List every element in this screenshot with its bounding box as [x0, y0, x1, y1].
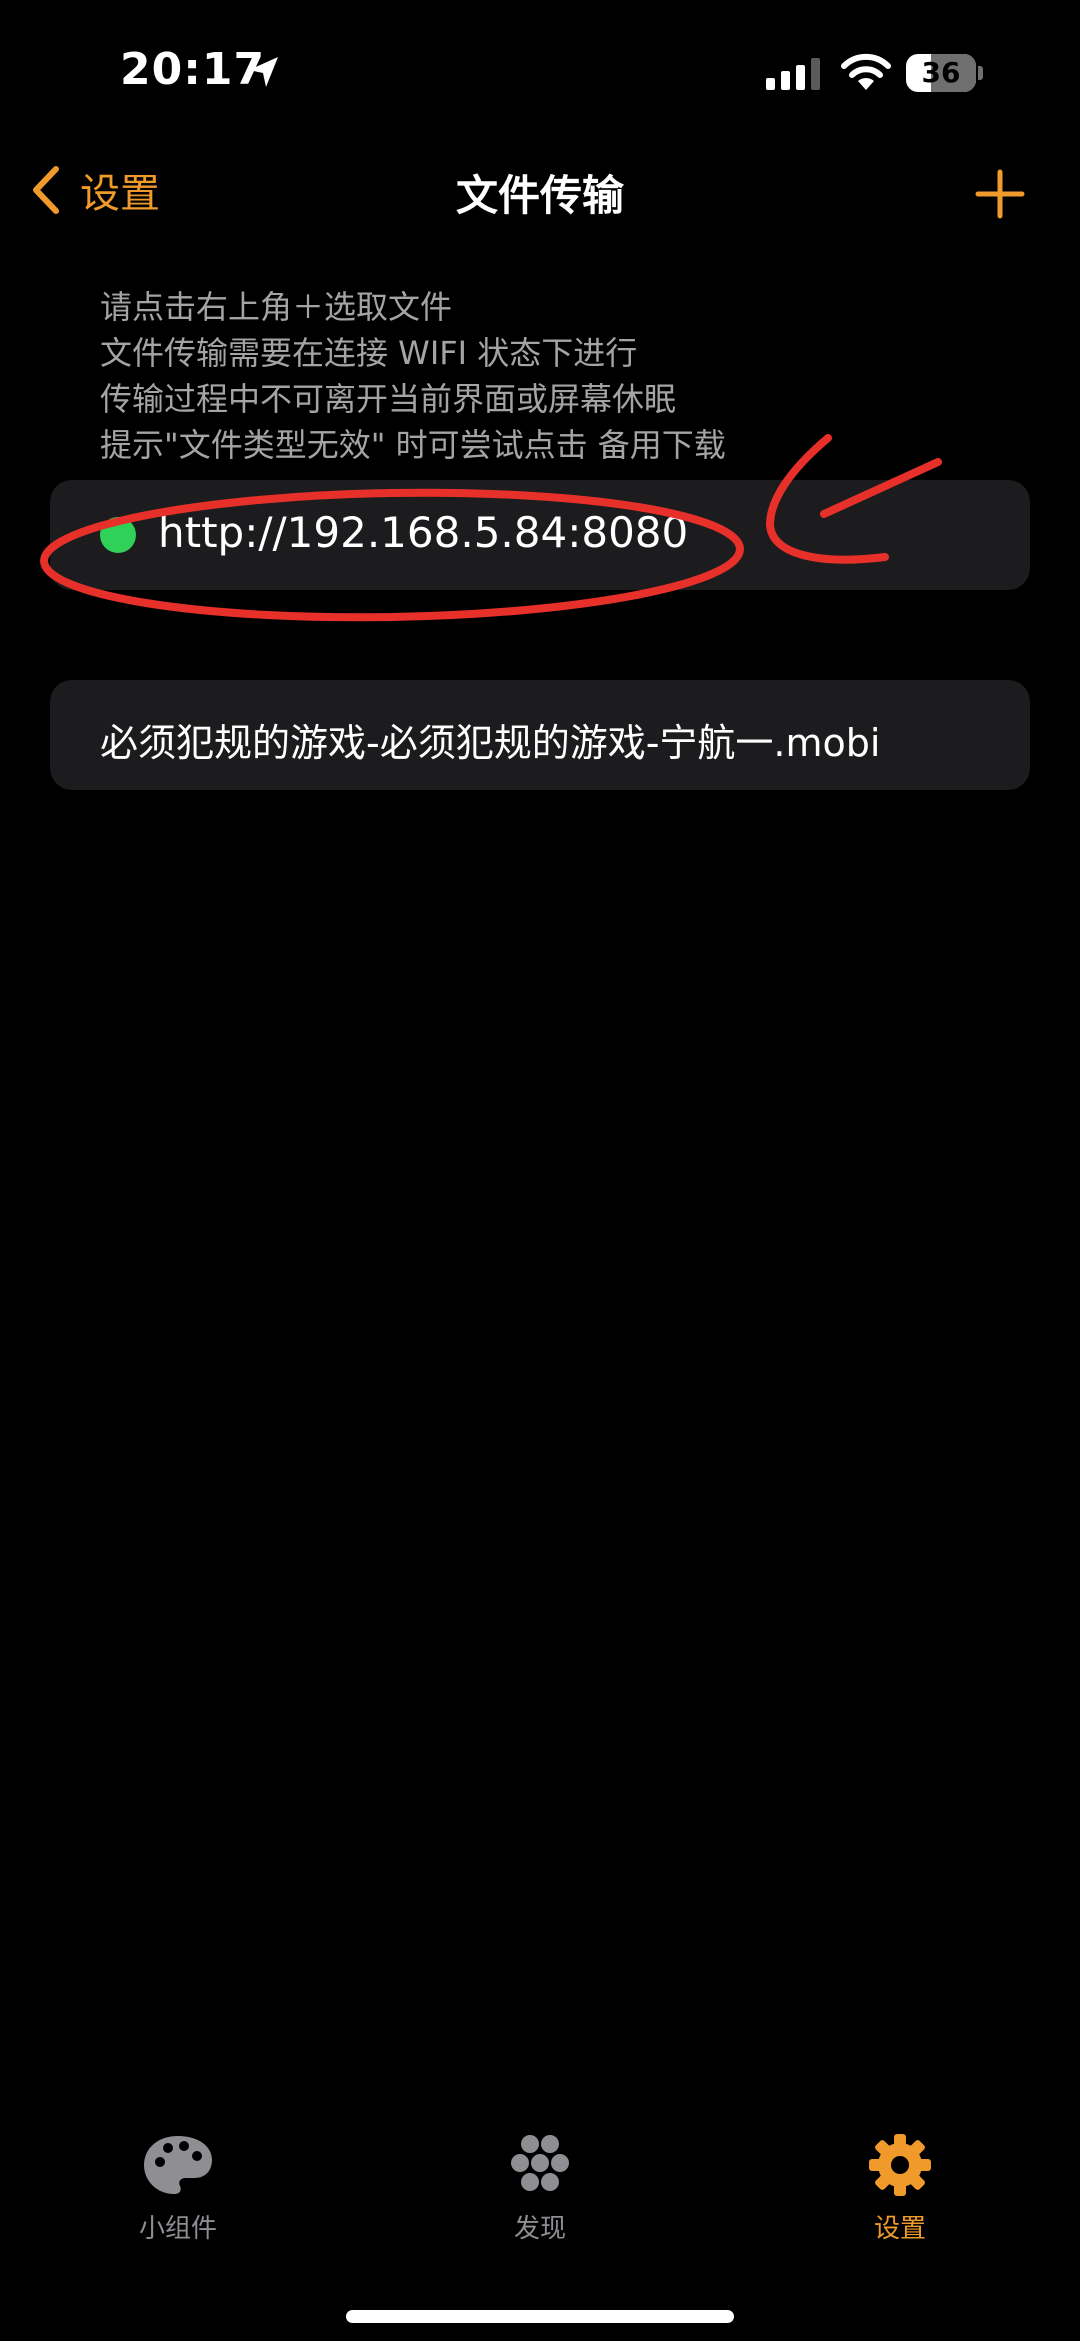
server-url: http://192.168.5.84:8080: [158, 508, 689, 557]
tab-widgets[interactable]: 小组件: [78, 2130, 278, 2270]
tab-label: 小组件: [138, 2214, 217, 2244]
status-time: 20:17: [120, 44, 266, 95]
gear-icon: [869, 2134, 931, 2196]
tab-label: 设置: [873, 2214, 926, 2244]
tab-bar: 小组件 发现 设置: [0, 2130, 1080, 2270]
palette-icon: [144, 2136, 212, 2194]
server-status-dot: [100, 517, 136, 553]
file-name: 必须犯规的游戏-必须犯规的游戏-宁航一.mobi: [100, 721, 881, 765]
tab-label: 发现: [513, 2214, 566, 2244]
battery-icon: 36: [906, 54, 984, 92]
location-arrow-icon: [249, 57, 278, 87]
instruction-line: 传输过程中不可离开当前界面或屏幕休眠: [100, 380, 677, 418]
instruction-line: 提示"文件类型无效" 时可尝试点击 备用下载: [100, 426, 726, 464]
instructions: 请点击右上角＋选取文件 文件传输需要在连接 WIFI 状态下进行 传输过程中不可…: [100, 284, 1000, 468]
page-title: 文件传输: [455, 171, 624, 220]
navigation-bar: 设置 文件传输: [0, 140, 1080, 240]
plus-icon[interactable]: [972, 166, 1028, 222]
battery-body: 36: [906, 54, 976, 92]
battery-cap: [978, 66, 983, 80]
flower-dots-icon: [511, 2135, 569, 2191]
home-indicator[interactable]: [346, 2310, 734, 2323]
file-transfer-screen: 20:17 36 设置 文件传输 请点击右上角＋选取文件 文件传输需要在连接 W…: [0, 0, 1080, 2341]
battery-percent: 36: [921, 56, 961, 89]
tab-discover[interactable]: 发现: [440, 2130, 640, 2270]
file-item[interactable]: 必须犯规的游戏-必须犯规的游戏-宁航一.mobi: [50, 680, 1030, 790]
status-bar: 20:17 36: [0, 0, 1080, 140]
instruction-line: 文件传输需要在连接 WIFI 状态下进行: [100, 334, 638, 372]
wifi-icon: [841, 53, 891, 90]
server-address-card[interactable]: http://192.168.5.84:8080: [50, 480, 1030, 590]
tab-settings[interactable]: 设置: [800, 2130, 1000, 2270]
instruction-line: 请点击右上角＋选取文件: [100, 288, 453, 326]
cellular-signal-icon: [766, 58, 820, 90]
